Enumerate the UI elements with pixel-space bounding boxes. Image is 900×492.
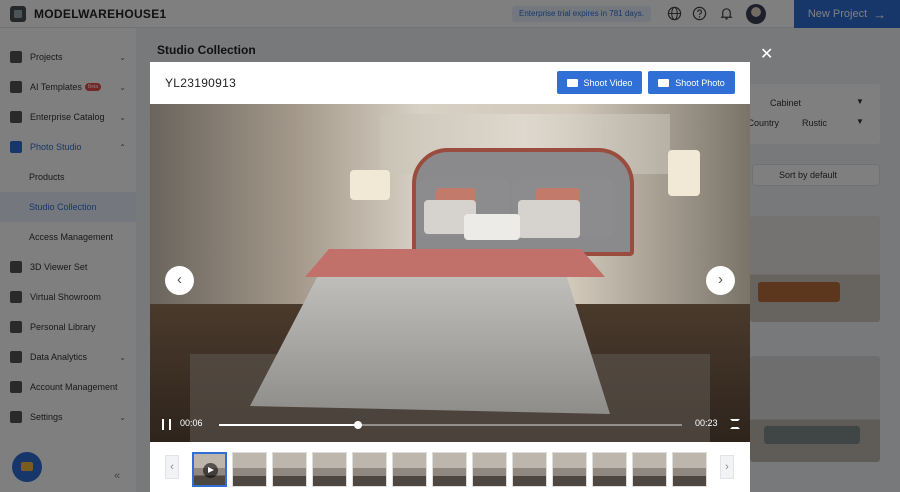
shoot-video-label: Shoot Video: [583, 77, 633, 88]
thumbnail[interactable]: [312, 452, 347, 487]
camera-icon: [658, 78, 670, 87]
thumbnails-prev-button[interactable]: ‹: [165, 455, 179, 479]
thumbnail[interactable]: [352, 452, 387, 487]
progress-track[interactable]: [219, 421, 682, 429]
progress-knob[interactable]: [353, 421, 362, 429]
play-icon: [203, 463, 218, 478]
thumbnail[interactable]: [632, 452, 667, 487]
scene-bed-runner: [305, 249, 605, 277]
thumbnail[interactable]: [552, 452, 587, 487]
modal-header: YL23190913 Shoot Video Shoot Photo: [150, 62, 750, 104]
shoot-photo-button[interactable]: Shoot Photo: [648, 71, 735, 94]
progress-fill: [219, 424, 358, 426]
total-time: 00:23: [695, 418, 718, 428]
scene-lamp-left: [350, 170, 390, 200]
thumbnail[interactable]: [592, 452, 627, 487]
thumbnail[interactable]: [392, 452, 427, 487]
scene-pillow: [464, 214, 520, 240]
thumbnail[interactable]: [432, 452, 467, 487]
scene-lamp-right: [668, 150, 700, 196]
video-controls: 00:06 00:23: [150, 410, 750, 442]
shoot-photo-label: Shoot Photo: [675, 77, 725, 88]
fullscreen-icon[interactable]: [730, 419, 740, 429]
preview-modal: YL23190913 Shoot Video Shoot Photo ‹ › 0…: [150, 62, 750, 492]
scene-pillow: [518, 200, 580, 238]
shoot-video-button[interactable]: Shoot Video: [557, 71, 642, 94]
video-player[interactable]: ‹ › 00:06 00:23: [150, 104, 750, 442]
current-time: 00:06: [180, 418, 203, 428]
thumbnail[interactable]: [272, 452, 307, 487]
next-button[interactable]: ›: [706, 266, 735, 295]
thumbnail-strip: ‹ ›: [150, 442, 750, 492]
video-camera-icon: [566, 78, 578, 87]
thumbnail[interactable]: [232, 452, 267, 487]
thumbnail[interactable]: [472, 452, 507, 487]
thumbnail[interactable]: [192, 452, 227, 487]
thumbnail[interactable]: [672, 452, 707, 487]
thumbnail[interactable]: [512, 452, 547, 487]
previous-button[interactable]: ‹: [165, 266, 194, 295]
thumbnails-next-button[interactable]: ›: [720, 455, 734, 479]
modal-title: YL23190913: [165, 76, 237, 90]
close-icon[interactable]: ✕: [760, 47, 773, 63]
pause-icon[interactable]: [162, 419, 171, 430]
